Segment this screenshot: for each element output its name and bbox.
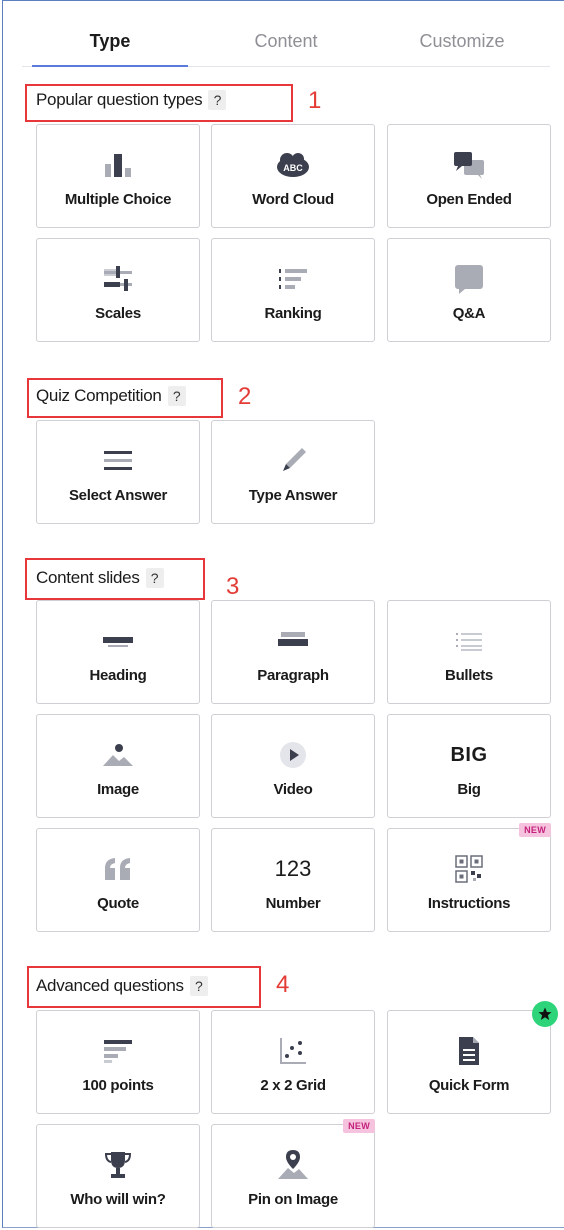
card-quote[interactable]: Quote	[36, 828, 200, 932]
number-text: 123	[274, 856, 312, 881]
card-type-answer[interactable]: Type Answer	[211, 420, 375, 524]
section-title-text: Advanced questions	[36, 976, 184, 995]
card-label: Multiple Choice	[64, 191, 172, 208]
section-title-popular: Popular question types ?	[36, 90, 227, 110]
card-who-will-win[interactable]: Who will win?	[36, 1124, 200, 1228]
speech-bubbles-icon	[449, 145, 489, 185]
help-icon[interactable]: ?	[189, 976, 208, 996]
card-select-answer[interactable]: Select Answer	[36, 420, 200, 524]
card-scales[interactable]: Scales	[36, 238, 200, 342]
map-pin-icon	[273, 1145, 313, 1185]
annotation-number-2: 2	[238, 383, 252, 410]
card-heading[interactable]: Heading	[36, 600, 200, 704]
card-label: Video	[273, 781, 313, 798]
annotation-number-1: 1	[308, 87, 322, 114]
section-title-text: Popular question types	[36, 90, 203, 109]
annotation-number-3: 3	[226, 573, 240, 600]
card-big[interactable]: BIG Big	[387, 714, 551, 818]
svg-text:ABC: ABC	[283, 163, 303, 173]
bar-chart-icon	[98, 145, 138, 185]
section-title-content: Content slides ?	[36, 568, 164, 588]
image-icon	[98, 735, 138, 775]
card-label: 100 points	[82, 1077, 154, 1094]
card-paragraph[interactable]: Paragraph	[211, 600, 375, 704]
quote-icon	[98, 849, 138, 889]
ranking-icon	[273, 259, 313, 299]
annotation-number-4: 4	[276, 971, 290, 998]
card-label: 2 x 2 Grid	[260, 1077, 326, 1094]
qr-code-icon	[449, 849, 489, 889]
card-quick-form[interactable]: Quick Form	[387, 1001, 558, 1114]
tab-type[interactable]: Type	[22, 16, 198, 67]
section-title-quiz: Quiz Competition ?	[36, 386, 186, 406]
bullets-icon	[449, 621, 489, 661]
card-label: Select Answer	[68, 487, 168, 504]
card-video[interactable]: Video	[211, 714, 375, 818]
card-number[interactable]: 123 Number	[211, 828, 375, 932]
card-label: Heading	[89, 667, 147, 684]
tab-content[interactable]: Content	[198, 16, 374, 66]
card-label: Word Cloud	[252, 191, 334, 208]
tab-bar: Type Content Customize	[22, 16, 550, 67]
card-label: Quote	[97, 895, 139, 912]
card-label: Pin on Image	[248, 1191, 338, 1208]
card-multiple-choice[interactable]: Multiple Choice	[36, 124, 200, 228]
big-text-icon: BIG	[449, 735, 489, 775]
grid-scatter-icon	[273, 1031, 313, 1071]
section-title-text: Content slides	[36, 568, 140, 587]
card-qa[interactable]: Q&A	[387, 238, 551, 342]
help-icon[interactable]: ?	[208, 90, 227, 110]
card-instructions[interactable]: NEW Instructions	[387, 823, 551, 932]
points-bars-icon	[98, 1031, 138, 1071]
new-badge: NEW	[519, 823, 551, 837]
heading-icon	[98, 621, 138, 661]
word-cloud-icon: ABC	[273, 145, 313, 185]
card-ranking[interactable]: Ranking	[211, 238, 375, 342]
big-text: BIG	[450, 743, 488, 766]
card-pin-on-image[interactable]: NEW Pin on Image	[211, 1119, 375, 1228]
help-icon[interactable]: ?	[167, 386, 186, 406]
card-100-points[interactable]: 100 points	[36, 1010, 200, 1114]
card-label: Big	[457, 781, 481, 798]
card-label: Type Answer	[248, 487, 338, 504]
card-label: Who will win?	[70, 1191, 166, 1208]
section-title-advanced: Advanced questions ?	[36, 976, 208, 996]
paragraph-icon	[273, 621, 313, 661]
help-icon[interactable]: ?	[145, 568, 164, 588]
card-label: Scales	[95, 305, 141, 322]
pencil-icon	[273, 441, 313, 481]
tab-customize[interactable]: Customize	[374, 16, 550, 66]
number-icon: 123	[273, 849, 313, 889]
card-image[interactable]: Image	[36, 714, 200, 818]
trophy-icon	[98, 1145, 138, 1185]
section-title-text: Quiz Competition	[36, 386, 162, 405]
lines-icon	[98, 441, 138, 481]
card-label: Ranking	[264, 305, 322, 322]
card-label: Bullets	[445, 667, 493, 684]
card-2x2-grid[interactable]: 2 x 2 Grid	[211, 1010, 375, 1114]
new-badge: NEW	[343, 1119, 375, 1133]
card-label: Image	[97, 781, 139, 798]
card-word-cloud[interactable]: ABC Word Cloud	[211, 124, 375, 228]
card-label: Number	[265, 895, 321, 912]
card-label: Paragraph	[257, 667, 329, 684]
card-label: Instructions	[427, 895, 511, 912]
card-open-ended[interactable]: Open Ended	[387, 124, 551, 228]
card-label: Q&A	[452, 305, 486, 322]
sliders-icon	[98, 259, 138, 299]
chat-bubble-icon	[449, 259, 489, 299]
card-bullets[interactable]: Bullets	[387, 600, 551, 704]
document-icon	[449, 1031, 489, 1071]
card-label: Open Ended	[426, 191, 512, 208]
card-label: Quick Form	[428, 1077, 510, 1094]
star-badge-icon	[532, 1001, 558, 1027]
play-icon	[273, 735, 313, 775]
